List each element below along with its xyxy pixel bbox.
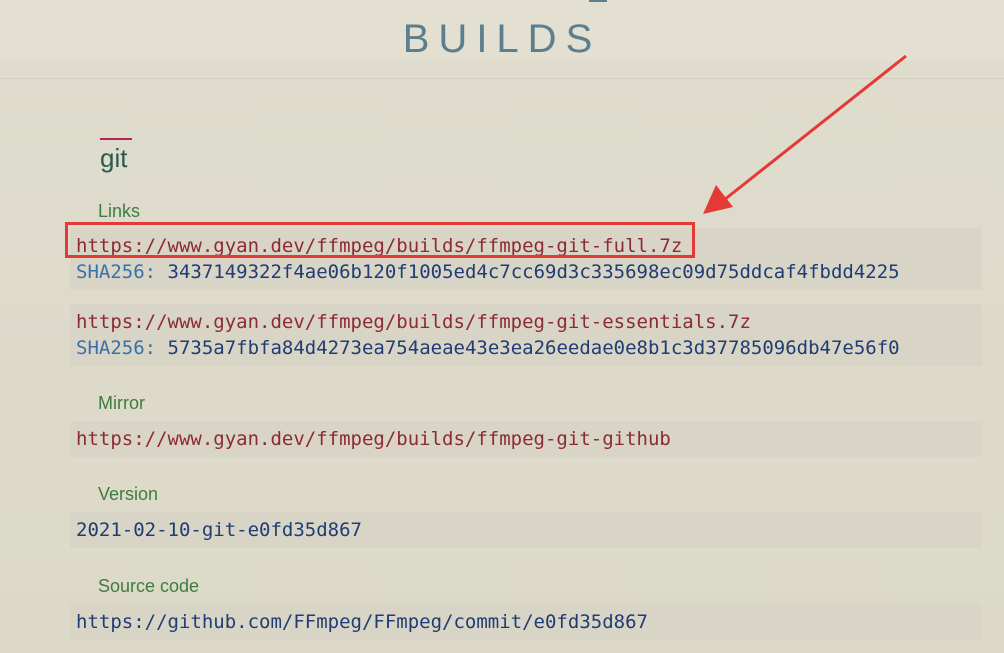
annotation-arrow-icon xyxy=(703,54,907,214)
